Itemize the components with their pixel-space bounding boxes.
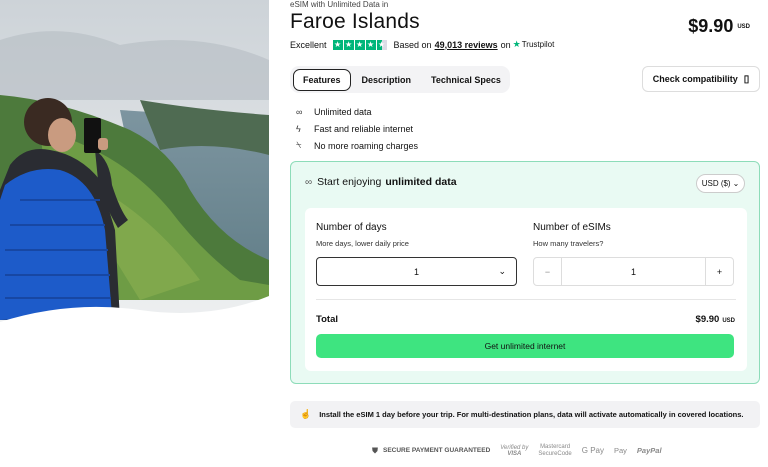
infinity-icon: ∞	[296, 106, 303, 117]
plan-options: Number of days More days, lower daily pr…	[305, 208, 747, 371]
hero-image	[0, 0, 269, 330]
tab-technical-specs[interactable]: Technical Specs	[422, 70, 510, 90]
decrement-button[interactable]: −	[534, 258, 562, 285]
get-unlimited-internet-button[interactable]: Get unlimited internet	[316, 334, 734, 358]
total-currency: USD	[722, 318, 735, 324]
purchase-card: ∞ Start enjoying unlimited data USD ($) ⌄…	[290, 161, 760, 384]
star-icon: ★	[365, 39, 376, 50]
check-compatibility-button[interactable]: Check compatibility ▯	[642, 66, 760, 92]
total-price: $9.90 USD	[696, 314, 735, 325]
apple-pay-logo: Pay	[613, 446, 627, 455]
star-icon: ★	[343, 39, 354, 50]
verified-by-visa-logo: Verified by VISA	[500, 445, 528, 457]
card-heading-bold: unlimited data	[385, 176, 457, 188]
google-pay-logo: G Pay	[581, 446, 604, 455]
star-icon: ★	[354, 39, 365, 50]
mc-top: Mastercard	[540, 444, 571, 450]
mc-bottom: SecureCode	[538, 450, 572, 457]
feature-label: Fast and reliable internet	[314, 123, 414, 134]
infinity-icon: ∞	[305, 176, 313, 188]
bolt-icon: ϟ	[296, 123, 301, 134]
card-heading: ∞ Start enjoying unlimited data	[305, 176, 457, 188]
feature-list: ∞ Unlimited data ϟ Fast and reliable inter…	[296, 103, 418, 154]
list-item: ⍀ No more roaming charges	[296, 137, 418, 154]
days-sublabel: More days, lower daily price	[316, 239, 409, 248]
no-roaming-icon: ⍀	[296, 140, 302, 150]
product-price: $9.90 USD	[688, 16, 750, 37]
chevron-down-icon: ⌄	[498, 266, 506, 276]
product-tabs: Features Description Technical Specs	[290, 66, 510, 93]
tab-features[interactable]: Features	[293, 68, 351, 91]
secure-payment-label: SECURE PAYMENT GUARANTEED	[383, 447, 491, 454]
esims-sublabel: How many travelers?	[533, 239, 604, 248]
phone-check-icon: ▯	[743, 73, 750, 85]
price-currency: USD	[737, 24, 750, 31]
price-value: $9.90	[688, 16, 734, 36]
mastercard-securecode-logo: Mastercard SecureCode	[538, 444, 571, 457]
reviews-link[interactable]: 49,013 reviews	[435, 40, 498, 50]
page-title: Faroe Islands	[290, 10, 420, 33]
shield-icon: ⛊	[372, 445, 378, 455]
currency-select[interactable]: USD ($) ⌄	[696, 174, 745, 193]
install-notice-text: Install the eSIM 1 day before your trip.…	[319, 410, 744, 419]
install-notice: ☝ Install the eSIM 1 day before your tri…	[290, 401, 760, 428]
rating-based-on: Based on	[393, 39, 432, 50]
paypal-logo: PayPal	[636, 446, 662, 455]
trustpilot-logo: ★ Trustpilot	[513, 39, 555, 50]
payment-badges: ⛊ SECURE PAYMENT GUARANTEED Verified by V…	[372, 444, 672, 457]
feature-label: No more roaming charges	[314, 140, 419, 151]
rating-on: on	[500, 39, 511, 50]
esims-stepper: − 1 +	[533, 257, 734, 286]
rating-stars: ★ ★ ★ ★ ★	[332, 39, 388, 50]
divider	[316, 299, 736, 300]
chevron-down-icon: ⌄	[732, 179, 740, 188]
check-compatibility-label: Check compatibility	[652, 74, 738, 84]
total-value: $9.90	[695, 314, 720, 325]
product-eyebrow: eSIM with Unlimited Data in	[290, 0, 389, 9]
product-page: eSIM with Unlimited Data in Faroe Island…	[0, 0, 768, 467]
days-label: Number of days	[316, 222, 387, 233]
total-label: Total	[316, 314, 338, 325]
trustpilot-rating: Excellent ★ ★ ★ ★ ★ Based on 49,013 revi…	[290, 39, 554, 50]
days-value: 1	[413, 266, 419, 277]
visa-bottom: VISA	[507, 450, 522, 457]
esims-label: Number of eSIMs	[533, 222, 611, 233]
tab-description[interactable]: Description	[353, 70, 421, 90]
half-star-icon: ★	[376, 39, 387, 50]
star-icon: ★	[332, 39, 343, 50]
trustpilot-wordmark: Trustpilot	[521, 40, 555, 49]
trustpilot-star-icon: ★	[512, 39, 521, 49]
esims-value[interactable]: 1	[562, 258, 705, 285]
feature-label: Unlimited data	[314, 106, 372, 117]
rating-label: Excellent	[290, 39, 327, 50]
card-heading-prefix: Start enjoying	[317, 176, 382, 188]
currency-select-value: USD ($)	[701, 179, 731, 188]
increment-button[interactable]: +	[705, 258, 733, 285]
list-item: ϟ Fast and reliable internet	[296, 120, 418, 137]
days-select[interactable]: 1 ⌄	[316, 257, 517, 286]
list-item: ∞ Unlimited data	[296, 103, 418, 120]
tap-icon: ☝	[300, 409, 312, 419]
